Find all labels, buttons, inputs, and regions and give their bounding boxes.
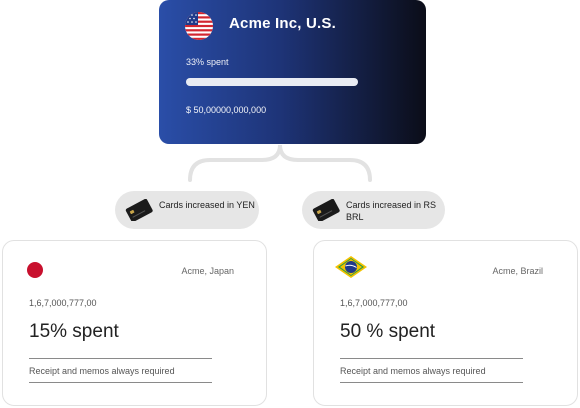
divider bbox=[340, 382, 523, 383]
divider bbox=[29, 358, 212, 359]
brazil-flag-icon bbox=[334, 255, 368, 284]
hierarchy-connector bbox=[188, 144, 372, 182]
child-card-number: 1,6,7,000,777,00 bbox=[29, 298, 97, 308]
child-card-spent: 50 % spent bbox=[340, 321, 436, 342]
pill-cards-increased-yen: Cards increased in YEN bbox=[115, 191, 259, 229]
child-card-name: Acme, Brazil bbox=[492, 266, 543, 276]
child-card-number: 1,6,7,000,777,00 bbox=[340, 298, 408, 308]
child-card-brazil[interactable]: Acme, Brazil 1,6,7,000,777,00 50 % spent… bbox=[313, 240, 578, 406]
japan-flag-icon bbox=[27, 262, 43, 278]
child-card-note: Receipt and memos always required bbox=[29, 366, 175, 376]
pill-text: Cards increased in YEN bbox=[159, 200, 255, 210]
pill-text: Cards increased in RS BRL bbox=[346, 200, 437, 222]
divider bbox=[29, 382, 212, 383]
divider bbox=[340, 358, 523, 359]
child-card-name: Acme, Japan bbox=[181, 266, 234, 276]
pill-cards-increased-brl: Cards increased in RS BRL bbox=[302, 191, 445, 229]
credit-card-icon bbox=[312, 198, 340, 226]
credit-card-icon bbox=[125, 198, 153, 226]
child-card-spent: 15% spent bbox=[29, 321, 119, 342]
child-card-japan[interactable]: Acme, Japan 1,6,7,000,777,00 15% spent R… bbox=[2, 240, 267, 406]
child-card-note: Receipt and memos always required bbox=[340, 366, 486, 376]
